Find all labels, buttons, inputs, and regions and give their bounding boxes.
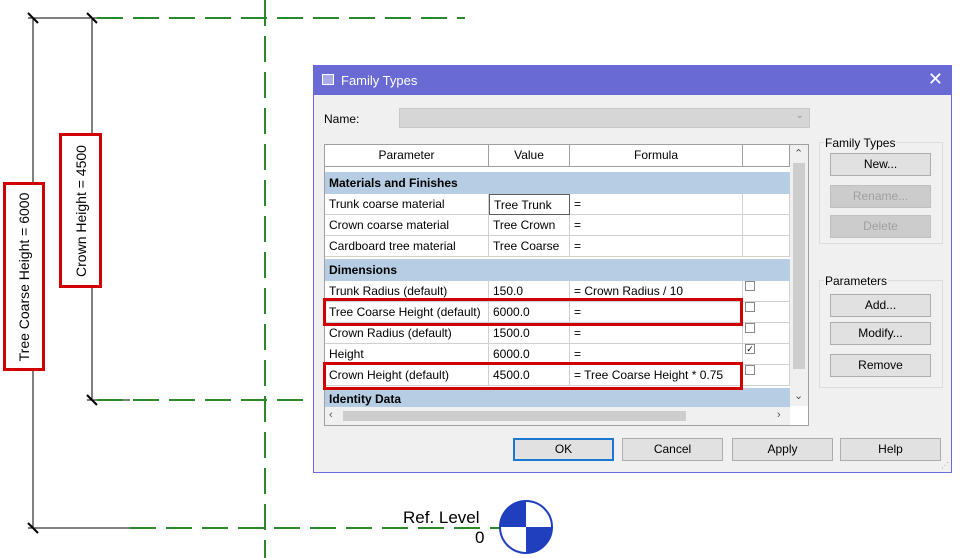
parameters-panel-title: Parameters: [824, 274, 889, 288]
param-lock-cell: [743, 194, 790, 215]
modify-parameter-button[interactable]: Modify...: [830, 322, 931, 345]
table-row[interactable]: Crown Radius (default) 1500.0 =: [325, 323, 790, 344]
lock-checkbox[interactable]: [745, 323, 755, 333]
param-value[interactable]: 1500.0: [489, 323, 570, 344]
help-button[interactable]: Help: [840, 438, 941, 461]
vertical-scrollbar[interactable]: ⌃ ⌄: [790, 145, 808, 406]
lock-checkbox-checked[interactable]: ✓: [745, 344, 755, 354]
param-lock-cell: [743, 215, 790, 236]
lock-checkbox[interactable]: [745, 302, 755, 312]
lock-checkbox[interactable]: [745, 281, 755, 291]
param-value[interactable]: Tree Crown: [489, 215, 570, 236]
cancel-button[interactable]: Cancel: [622, 438, 723, 461]
dialog-titlebar[interactable]: Family Types ✕: [314, 66, 951, 95]
apply-button[interactable]: Apply: [732, 438, 833, 461]
close-icon[interactable]: ✕: [928, 69, 943, 90]
dimension-label-tree-coarse-height[interactable]: Tree Coarse Height = 6000: [3, 182, 45, 371]
name-label: Name:: [324, 112, 360, 126]
dimension-label-crown-height[interactable]: Crown Height = 4500: [59, 133, 102, 288]
delete-type-button[interactable]: Delete: [830, 215, 931, 238]
highlight-tree-coarse-row: [323, 298, 743, 326]
param-name: Trunk coarse material: [325, 194, 489, 215]
dialog-title: Family Types: [341, 73, 418, 88]
param-value-field[interactable]: Tree Trunk: [489, 194, 570, 215]
column-header-formula[interactable]: Formula: [570, 145, 743, 167]
scroll-right-icon[interactable]: ›: [777, 409, 781, 421]
column-header-lock[interactable]: [743, 145, 790, 167]
resize-grip-icon[interactable]: ⋰: [941, 461, 949, 470]
scroll-thumb[interactable]: [793, 163, 805, 369]
param-lock-cell: ✓: [743, 344, 790, 365]
dimension-text: Tree Coarse Height = 6000: [16, 192, 32, 361]
scroll-left-icon[interactable]: ‹: [329, 409, 333, 421]
level-marker-icon[interactable]: [499, 500, 553, 554]
scroll-down-icon[interactable]: ⌄: [794, 389, 803, 402]
param-name: Cardboard tree material: [325, 236, 489, 257]
param-formula[interactable]: =: [570, 236, 743, 257]
param-formula[interactable]: =: [570, 323, 743, 344]
add-parameter-button[interactable]: Add...: [830, 294, 931, 317]
param-name: Crown coarse material: [325, 215, 489, 236]
scroll-thumb[interactable]: [343, 411, 686, 421]
param-formula[interactable]: =: [570, 194, 743, 215]
column-header-parameter[interactable]: Parameter: [325, 145, 489, 167]
group-header-materials[interactable]: Materials and Finishes: [325, 172, 790, 194]
name-dropdown[interactable]: ⌄: [399, 108, 810, 128]
group-header-dimensions[interactable]: Dimensions: [325, 259, 790, 281]
horizontal-scrollbar[interactable]: ‹ ›: [325, 407, 790, 425]
ok-button[interactable]: OK: [513, 438, 614, 461]
family-types-dialog: Family Types ✕ Name: ⌄ Parameter Value F…: [313, 65, 952, 473]
family-types-panel-title: Family Types: [824, 136, 897, 150]
table-row[interactable]: Crown coarse material Tree Crown =: [325, 215, 790, 236]
new-type-button[interactable]: New...: [830, 153, 931, 176]
remove-parameter-button[interactable]: Remove: [830, 354, 931, 377]
param-formula[interactable]: =: [570, 215, 743, 236]
param-lock-cell: [743, 302, 790, 323]
app-icon: [322, 74, 334, 85]
level-elevation: 0: [475, 528, 485, 547]
param-value[interactable]: Tree Coarse: [489, 236, 570, 257]
table-row[interactable]: Cardboard tree material Tree Coarse =: [325, 236, 790, 257]
highlight-crown-height-row: [323, 362, 743, 390]
chevron-down-icon: ⌄: [795, 110, 804, 121]
dimension-text: Crown Height = 4500: [72, 144, 89, 277]
rename-type-button[interactable]: Rename...: [830, 185, 931, 208]
param-lock-cell: [743, 236, 790, 257]
lock-checkbox[interactable]: [745, 365, 755, 375]
column-header-value[interactable]: Value: [489, 145, 570, 167]
param-lock-cell: [743, 281, 790, 302]
param-lock-cell: [743, 323, 790, 344]
param-name: Crown Radius (default): [325, 323, 489, 344]
scroll-up-icon[interactable]: ⌃: [794, 147, 803, 160]
table-row[interactable]: Trunk coarse material Tree Trunk =: [325, 194, 790, 215]
param-lock-cell: [743, 365, 790, 386]
level-name: Ref. Level: [403, 508, 480, 527]
